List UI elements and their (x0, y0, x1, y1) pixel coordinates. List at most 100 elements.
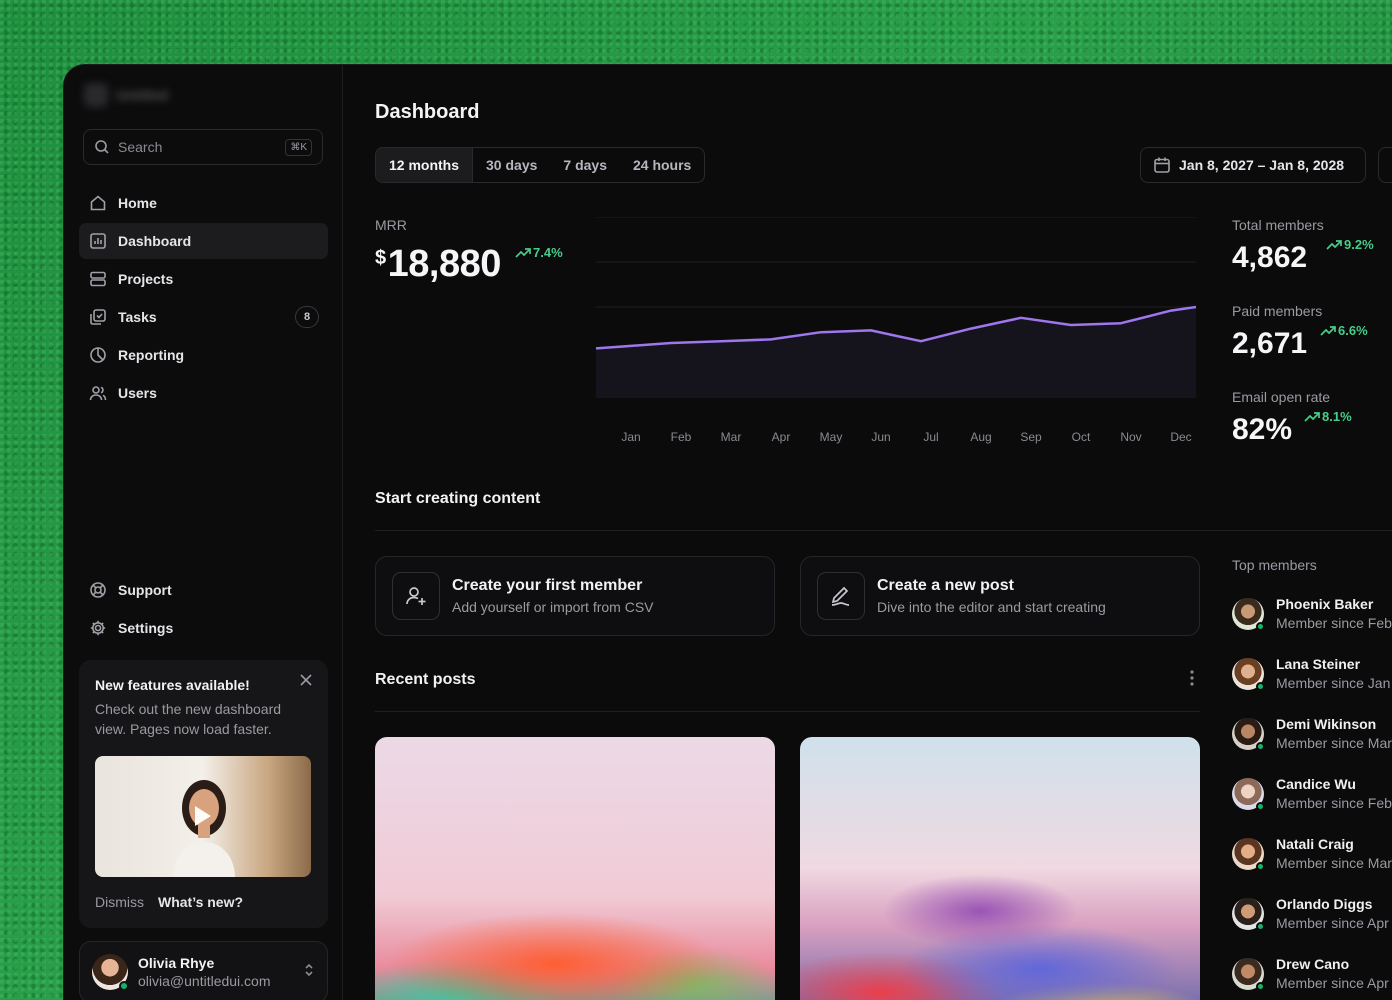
sidebar-item-label: Reporting (118, 347, 185, 363)
member-list-item[interactable]: Lana Steiner Member since Jan (1232, 656, 1392, 691)
divider (375, 530, 1392, 531)
online-status-dot (1256, 921, 1265, 931)
close-icon[interactable] (298, 672, 314, 693)
stat-value: 4,862 (1232, 241, 1308, 274)
stat-change: 9.2% (1344, 237, 1374, 252)
member-name: Demi Wikinson (1276, 716, 1377, 732)
x-tick-label: Jun (871, 430, 890, 444)
create-post-card[interactable]: Create a new post Dive into the editor a… (800, 556, 1200, 636)
sidebar-item-settings[interactable]: Settings (79, 610, 328, 646)
x-tick-label: Apr (772, 430, 791, 444)
chevron-selector-icon[interactable] (303, 962, 315, 983)
x-tick-label: Nov (1120, 430, 1141, 444)
feature-card-body: Check out the new dashboard view. Pages … (95, 701, 282, 737)
sidebar-item-label: Settings (118, 620, 174, 636)
filters-button[interactable] (1378, 147, 1392, 183)
member-since: Member since Feb (1276, 795, 1392, 811)
stat-label: Paid members (1232, 303, 1323, 319)
whats-new-button[interactable]: What’s new? (158, 894, 243, 910)
member-since: Member since Feb (1276, 615, 1392, 631)
search-icon (95, 140, 109, 154)
member-list-item[interactable]: Drew Cano Member since Apr (1232, 956, 1392, 991)
tab-30-days[interactable]: 30 days (473, 148, 550, 182)
card-title: Create a new post (877, 577, 1014, 594)
post-cover-image[interactable] (375, 737, 775, 1000)
sidebar-item-home[interactable]: Home (79, 185, 328, 221)
member-name: Orlando Diggs (1276, 896, 1373, 912)
brand[interactable]: Untitled (84, 83, 168, 107)
member-name: Phoenix Baker (1276, 596, 1374, 612)
avatar (92, 954, 129, 991)
tab-12-months[interactable]: 12 months (376, 148, 474, 182)
trend-up-icon (1326, 239, 1342, 250)
search-box[interactable]: Search ⌘K (83, 129, 323, 165)
feature-card-title: New features available! (95, 677, 250, 693)
card-description: Add yourself or import from CSV (452, 599, 654, 615)
member-list-item[interactable]: Demi Wikinson Member since Mar (1232, 716, 1392, 751)
trend-up-icon (1320, 325, 1336, 336)
stat-trend: 8.1% (1304, 409, 1352, 424)
x-tick-label: Oct (1072, 430, 1091, 444)
sidebar-item-label: Projects (118, 271, 174, 287)
create-member-card[interactable]: Create your first member Add yourself or… (375, 556, 775, 636)
sidebar-item-tasks[interactable]: Tasks 8 (79, 299, 328, 335)
stat-value: 2,671 (1232, 327, 1308, 360)
search-input[interactable]: Search (118, 139, 277, 155)
member-list-item[interactable]: Phoenix Baker Member since Feb (1232, 596, 1392, 631)
dismiss-button[interactable]: Dismiss (95, 894, 144, 910)
gear-icon (88, 618, 108, 638)
online-status-dot (1256, 861, 1265, 871)
tab-24-hours[interactable]: 24 hours (620, 148, 704, 182)
x-tick-label: Jan (621, 430, 640, 444)
sidebar-item-support[interactable]: Support (79, 572, 328, 608)
tab-7-days[interactable]: 7 days (550, 148, 620, 182)
stat-trend: 6.6% (1320, 323, 1368, 338)
trend-up-icon (1304, 411, 1320, 422)
app-window: Untitled Search ⌘K Home Dashboard Projec… (63, 64, 1392, 1000)
recent-posts-title: Recent posts (375, 671, 476, 688)
tasks-count-badge: 8 (295, 306, 319, 328)
x-tick-label: Sep (1020, 430, 1042, 444)
avatar (1232, 957, 1265, 991)
member-since: Member since Apr (1276, 975, 1389, 991)
secondary-nav: Support Settings (79, 572, 328, 648)
more-options-icon[interactable] (1185, 669, 1199, 692)
member-list-item[interactable]: Orlando Diggs Member since Apr (1232, 896, 1392, 931)
sidebar-item-reporting[interactable]: Reporting (79, 337, 328, 373)
stat-label: Total members (1232, 217, 1324, 233)
top-members-title: Top members (1232, 557, 1317, 573)
main-content: Dashboard 12 months 30 days 7 days 24 ho… (344, 65, 1392, 1000)
member-list-item[interactable]: Candice Wu Member since Feb (1232, 776, 1392, 811)
member-name: Drew Cano (1276, 956, 1350, 972)
post-cover-image[interactable] (800, 737, 1200, 1000)
sidebar-item-users[interactable]: Users (79, 375, 328, 411)
sidebar-item-dashboard[interactable]: Dashboard (79, 223, 328, 259)
user-email: olivia@untitledui.com (138, 973, 271, 989)
avatar (1232, 597, 1265, 631)
mrr-amount: 18,880 (387, 243, 502, 285)
date-range-picker[interactable]: Jan 8, 2027 – Jan 8, 2028 (1140, 147, 1366, 183)
x-tick-label: Aug (970, 430, 991, 444)
feature-video-thumbnail[interactable] (95, 756, 311, 877)
member-name: Lana Steiner (1276, 656, 1361, 672)
online-status-dot (1256, 681, 1265, 691)
user-plus-icon (392, 572, 440, 620)
stat-label: Email open rate (1232, 389, 1331, 405)
stat-change: 8.1% (1322, 409, 1352, 424)
online-status-dot (1256, 801, 1265, 811)
stat-trend: 9.2% (1326, 237, 1374, 252)
sidebar-item-projects[interactable]: Projects (79, 261, 328, 297)
sidebar-item-label: Users (118, 385, 157, 401)
account-card[interactable]: Olivia Rhye olivia@untitledui.com (79, 941, 328, 1000)
home-icon (88, 193, 108, 213)
pie-chart-icon (88, 345, 108, 365)
layers-icon (88, 269, 108, 289)
online-status-dot (1256, 741, 1265, 751)
member-list-item[interactable]: Natali Craig Member since Mar (1232, 836, 1392, 871)
page-title: Dashboard (375, 101, 480, 123)
check-square-icon (88, 307, 108, 327)
time-range-tabs: 12 months 30 days 7 days 24 hours (375, 147, 706, 183)
play-icon[interactable] (195, 806, 211, 826)
mrr-label: MRR (375, 217, 407, 233)
bar-chart-icon (88, 231, 108, 251)
